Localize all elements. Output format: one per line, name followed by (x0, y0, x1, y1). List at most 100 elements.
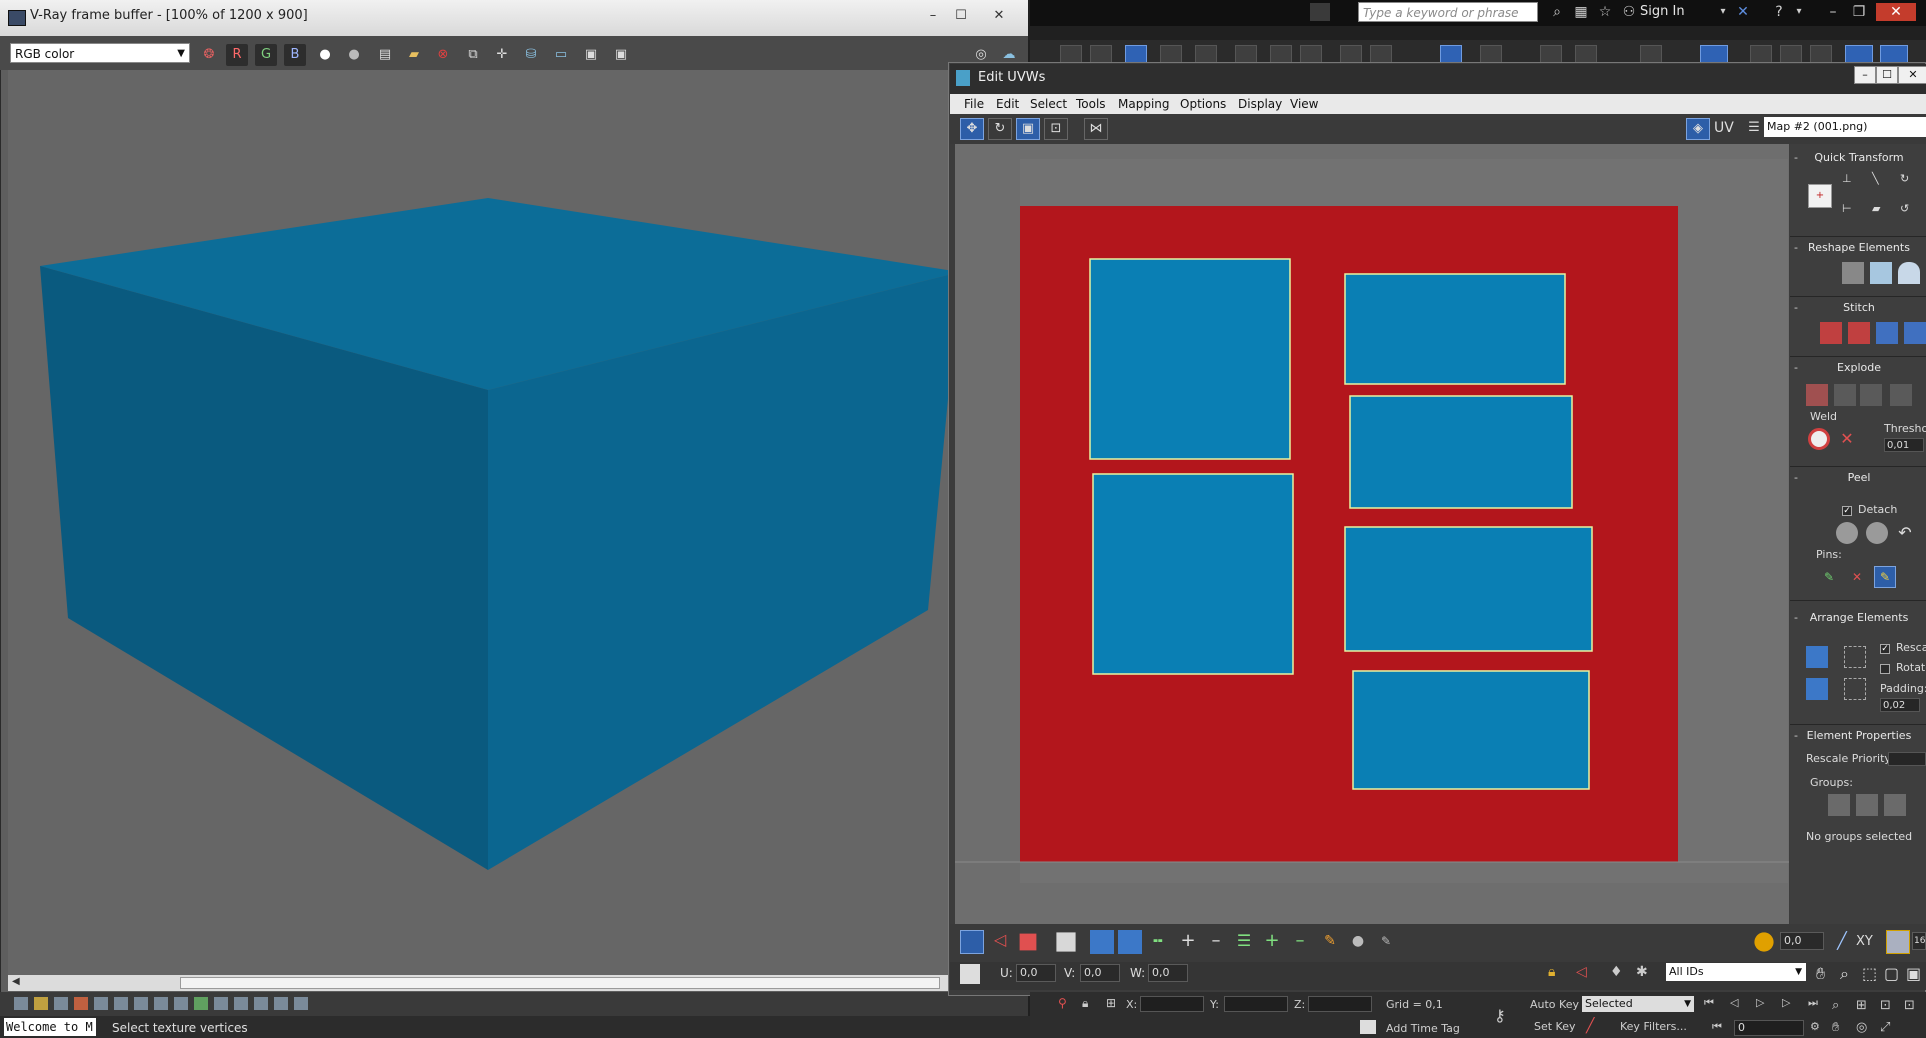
zoom-region-icon[interactable]: ⬚ (1862, 964, 1877, 983)
straighten-icon[interactable] (1842, 262, 1864, 284)
minimize-icon[interactable]: – (1854, 66, 1876, 84)
menu-edit[interactable]: Edit (996, 95, 1019, 113)
uv-island[interactable] (1089, 258, 1291, 460)
shrink-loop-icon[interactable]: – (1204, 930, 1228, 954)
hide-icon[interactable]: ◁ (1576, 964, 1587, 980)
current-frame-field[interactable]: 0 (1734, 1020, 1804, 1036)
threshold-spinner[interactable]: 0,01 (1884, 438, 1924, 452)
mirror-tool-icon[interactable]: ⋈ (1084, 118, 1108, 140)
soft-select-icon[interactable] (1754, 932, 1774, 952)
auto-key-button[interactable]: Auto Key (1530, 998, 1579, 1011)
zoom-icon[interactable]: ⌕ (1832, 998, 1839, 1013)
status-icon[interactable] (114, 997, 128, 1010)
move-tool-icon[interactable]: ✥ (960, 118, 984, 140)
user-icon[interactable]: ⚇ (1620, 3, 1638, 21)
pan-view-icon[interactable]: ✋︎ (1832, 1020, 1839, 1035)
loop-icon[interactable]: ╍ (1146, 930, 1170, 954)
shrink-selection-icon[interactable] (1118, 930, 1142, 954)
element-select-icon[interactable] (1056, 932, 1076, 952)
key-mode-icon[interactable]: ⏮︎ (1712, 1020, 1722, 1034)
scroll-left-arrow-icon[interactable]: ◀ (12, 976, 20, 987)
play-icon[interactable]: ▷ (1756, 996, 1764, 1009)
scrollbar-thumb[interactable] (180, 977, 940, 989)
shrink-ring-icon[interactable]: – (1288, 930, 1312, 954)
x-coord-field[interactable] (1140, 996, 1204, 1012)
stitch-custom-icon[interactable] (1904, 322, 1926, 344)
key-mode-select[interactable]: Selected ▼ (1582, 996, 1694, 1012)
zoom-extents-icon[interactable]: ▢ (1884, 964, 1899, 983)
menu-view[interactable]: View (1290, 95, 1318, 113)
w-value-field[interactable]: 0,0 (1148, 964, 1188, 982)
distance-icon[interactable] (1886, 930, 1910, 954)
zoom-selected-icon[interactable]: ▣ (1906, 964, 1921, 983)
relax-settings-icon[interactable] (1898, 262, 1920, 284)
peel-mode-icon[interactable] (1866, 522, 1888, 544)
status-icon[interactable] (214, 997, 228, 1010)
edge-select-icon[interactable]: ◁ (988, 930, 1012, 954)
maximize-icon[interactable]: ☐ (1876, 66, 1898, 84)
align-vertical-icon[interactable]: ╲ (1872, 172, 1894, 194)
status-icon[interactable] (234, 997, 248, 1010)
key-filters-button[interactable]: Key Filters... (1620, 1020, 1687, 1033)
rollout-explode[interactable]: - Explode (1792, 360, 1926, 376)
pack-recursive-icon[interactable] (1844, 678, 1866, 700)
teapot-icon[interactable]: ⛁ (520, 44, 542, 66)
close-icon[interactable]: ✕ (986, 6, 1012, 26)
menu-file[interactable]: File (964, 95, 984, 113)
help-dropdown-icon[interactable]: ▾ (1790, 3, 1808, 21)
explode-icon[interactable] (1860, 384, 1882, 406)
y-coord-field[interactable] (1224, 996, 1288, 1012)
display-icon[interactable]: ▣ (610, 44, 632, 66)
pin-auto-icon[interactable]: ✎ (1874, 566, 1896, 588)
rollout-reshape-elements[interactable]: - Reshape Elements (1792, 240, 1926, 256)
pack-normalize-icon[interactable] (1806, 646, 1828, 668)
align-horizontal-icon[interactable]: ⊥ (1842, 172, 1864, 194)
target-weld-icon[interactable] (1808, 428, 1830, 450)
grow-loop-icon[interactable]: + (1176, 930, 1200, 954)
enlarge-brush-icon[interactable]: ● (1346, 930, 1370, 954)
menu-options[interactable]: Options (1180, 95, 1226, 113)
pack-custom-icon[interactable] (1806, 678, 1828, 700)
status-icon[interactable] (194, 997, 208, 1010)
rollout-quick-transform[interactable]: - Quick Transform (1792, 150, 1926, 166)
status-icon[interactable] (154, 997, 168, 1010)
exchange-icon[interactable]: ✕ (1734, 3, 1752, 21)
uv-island[interactable] (1352, 670, 1590, 790)
save-icon[interactable]: ▤ (374, 44, 396, 66)
stitch-source-icon[interactable] (1820, 322, 1842, 344)
orbit-view-icon[interactable]: ◎ (1856, 1020, 1867, 1035)
grow-ring-icon[interactable]: + (1260, 930, 1284, 954)
checker-icon[interactable]: ☰ (1742, 118, 1766, 140)
stitch-average-icon[interactable] (1848, 322, 1870, 344)
freeform-tool-icon[interactable]: ⊡ (1044, 118, 1068, 140)
close-icon[interactable]: ✕ (1898, 66, 1926, 84)
maximize-viewport-icon[interactable]: ⤢ (1880, 1020, 1890, 1035)
binoculars-icon[interactable]: ⌕ (1548, 3, 1566, 21)
absolute-icon[interactable]: ⊞ (1106, 996, 1116, 1010)
uv-space-label[interactable]: UV (1714, 120, 1734, 136)
track-mouse-icon[interactable]: ✛ (491, 44, 513, 66)
break-icon[interactable] (1806, 384, 1828, 406)
region-render-icon[interactable]: ▭ (550, 44, 572, 66)
scale-tool-icon[interactable]: ▣ (1016, 118, 1040, 140)
paint-select-icon[interactable]: ✎ (1318, 930, 1342, 954)
maximize-icon[interactable]: ☐ (948, 6, 974, 26)
uv-island[interactable] (1344, 273, 1566, 385)
face-select-icon[interactable] (1019, 933, 1037, 951)
status-icon[interactable] (254, 997, 268, 1010)
rotate-ccw-icon[interactable]: ↺ (1900, 202, 1922, 224)
time-config-icon[interactable]: ⚙ (1810, 1020, 1820, 1033)
menu-mapping[interactable]: Mapping (1118, 95, 1170, 113)
uv-island[interactable] (1092, 473, 1294, 675)
align-horizontal-icon[interactable]: ⊢ (1842, 202, 1864, 224)
open-folder-icon[interactable]: ▰ (403, 44, 425, 66)
status-icon[interactable] (134, 997, 148, 1010)
soft-select-spinner[interactable]: 0,0 (1780, 932, 1824, 950)
search-input[interactable]: Type a keyword or phrase (1358, 2, 1538, 22)
explode-icon[interactable] (1890, 384, 1912, 406)
subscription-icon[interactable]: ▦ (1572, 3, 1590, 21)
restore-icon[interactable]: ❐ (1850, 3, 1868, 21)
group-ungroup-icon[interactable] (1856, 794, 1878, 816)
xy-axis-label[interactable]: XY (1856, 934, 1873, 949)
zoom-all-icon[interactable]: ⊞ (1856, 998, 1867, 1013)
